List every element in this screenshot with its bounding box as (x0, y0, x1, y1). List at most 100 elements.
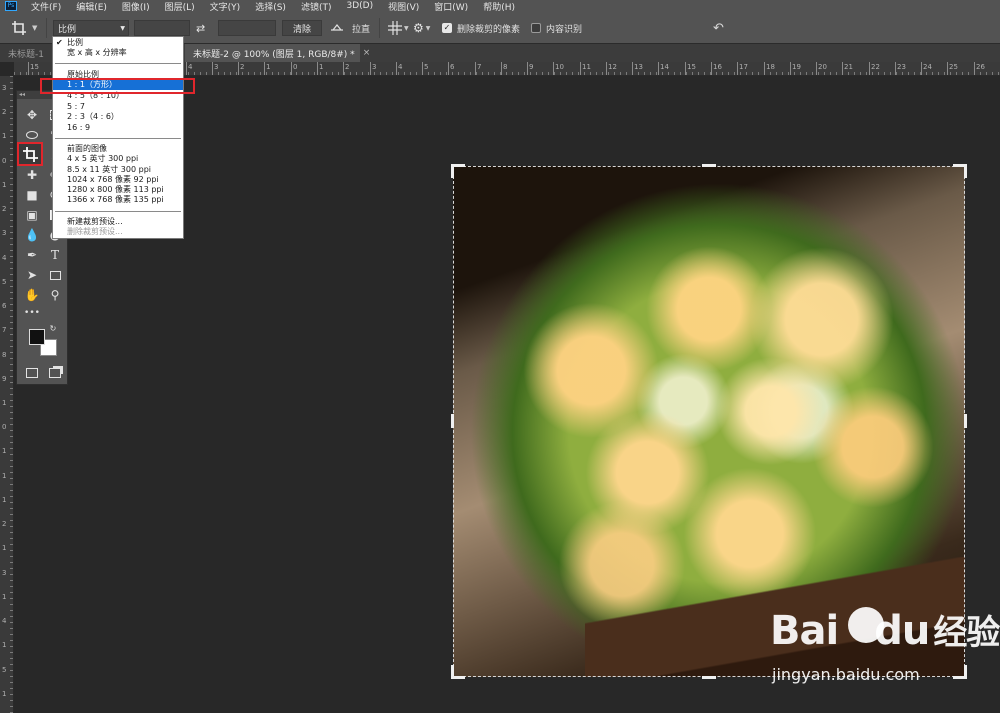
ruler-number: 3 (2, 229, 7, 237)
menu-divider (55, 211, 181, 212)
ruler-number: 1 (2, 593, 7, 601)
screen-mode-icon[interactable] (44, 364, 66, 382)
ruler-number: 5 (424, 63, 429, 71)
checkmark-icon: ✔ (56, 38, 63, 47)
dd-item-1280x800[interactable]: 1280 x 800 像素 113 ppi (53, 185, 183, 195)
ruler-number: 1 (2, 472, 7, 480)
menu-edit[interactable]: 编辑(E) (76, 0, 107, 13)
ruler-tick (448, 62, 449, 75)
ruler-number: 3 (214, 63, 219, 71)
dd-item-16-9[interactable]: 16 : 9 (53, 123, 183, 133)
ruler-tick (370, 62, 371, 75)
menu-layer[interactable]: 图层(L) (165, 0, 195, 13)
swap-arrows-icon[interactable]: ⇄ (196, 22, 205, 35)
tool-preset-picker[interactable]: ▼ (12, 12, 37, 44)
menu-select[interactable]: 选择(S) (255, 0, 286, 13)
eraser-icon[interactable]: ▣ (21, 206, 43, 224)
ruler-number: 14 (660, 63, 669, 71)
dd-item-4x5[interactable]: 4 x 5 英寸 300 ppi (53, 154, 183, 164)
dd-item-new-preset[interactable]: 新建裁剪预设... (53, 217, 183, 227)
type-icon[interactable]: T (44, 246, 66, 264)
tab-untitled-2[interactable]: 未标题-2 @ 100% (图层 1, RGB/8#) * × (185, 44, 370, 62)
ruler-tick (711, 62, 712, 75)
delete-cropped-label: 删除裁剪的像素 (457, 24, 521, 35)
swap-colors-icon[interactable]: ↻ (48, 323, 58, 333)
content-aware-checkbox[interactable]: 内容识别 (531, 12, 582, 44)
crop-handle-top-right[interactable] (953, 164, 967, 178)
menu-image[interactable]: 图像(I) (122, 0, 150, 13)
hand-icon[interactable]: ✋ (21, 286, 43, 304)
ruler-tick (764, 62, 765, 75)
dd-item-ratio[interactable]: ✔ 比例 (53, 38, 183, 48)
ruler-tick (921, 62, 922, 75)
crop-handle-top-left[interactable] (451, 164, 465, 178)
ruler-number: 6 (450, 63, 455, 71)
reset-crop-button[interactable]: ↶ (713, 12, 724, 44)
quick-mask-icon[interactable] (21, 364, 43, 382)
ruler-tick (422, 62, 423, 75)
dd-item-5-7[interactable]: 5 : 7 (53, 102, 183, 112)
crop-handle-bottom[interactable] (702, 676, 716, 679)
stamp-icon[interactable]: ■ (21, 186, 43, 204)
delete-cropped-checkbox[interactable]: ✓ 删除裁剪的像素 (442, 12, 520, 44)
ruler-number: 0 (2, 157, 7, 165)
menu-view[interactable]: 视图(V) (388, 0, 419, 13)
close-icon[interactable]: × (363, 48, 371, 58)
ruler-tick (869, 62, 870, 75)
menu-help[interactable]: 帮助(H) (483, 0, 515, 13)
dd-item-front-image[interactable]: 前面的图像 (53, 144, 183, 154)
menu-3d[interactable]: 3D(D) (346, 1, 373, 11)
crop-handle-bottom-left[interactable] (451, 665, 465, 679)
ruler-number: 0 (293, 63, 298, 71)
menu-window[interactable]: 窗口(W) (434, 0, 468, 13)
tab-label: 未标题-1 (8, 49, 44, 60)
dd-item-1366x768[interactable]: 1366 x 768 像素 135 ppi (53, 195, 183, 205)
more-tools-icon[interactable]: ••• (21, 304, 43, 322)
ruler-number: 1 (266, 63, 271, 71)
ruler-tick (553, 62, 554, 75)
path-select-icon[interactable]: ➤ (21, 266, 43, 284)
move-icon[interactable]: ✥ (21, 106, 43, 124)
healing-icon[interactable]: ✚ (21, 166, 43, 184)
crop-bounding-box[interactable] (453, 166, 965, 677)
height-input[interactable] (218, 20, 276, 36)
ratio-select[interactable]: 比例 ▼ (53, 20, 129, 36)
foreground-color-swatch[interactable] (29, 329, 45, 345)
clear-button[interactable]: 清除 (282, 20, 322, 36)
blur-icon[interactable]: 💧 (21, 226, 43, 244)
dd-item-1024x768[interactable]: 1024 x 768 像素 92 ppi (53, 175, 183, 185)
crop-tool[interactable] (17, 142, 43, 166)
crop-settings-button[interactable]: ⚙ ▼ (413, 12, 430, 44)
straighten-button[interactable]: 拉直 (330, 12, 370, 44)
menu-filter[interactable]: 滤镜(T) (301, 0, 332, 13)
width-input[interactable] (134, 20, 190, 36)
ruler-number: 1 (2, 641, 7, 649)
gear-icon: ⚙ (413, 21, 424, 35)
overlay-options-button[interactable]: ▼ (388, 12, 409, 44)
crop-icon (22, 146, 38, 162)
ruler-number: 12 (608, 63, 617, 71)
ruler-number: 6 (2, 302, 7, 310)
ruler-tick (264, 62, 265, 75)
ratio-dropdown-menu: ✔ 比例 宽 x 高 x 分辨率 原始比例 1 : 1（方形） 4 : 5（8 … (52, 36, 184, 239)
dd-item-2-3[interactable]: 2 : 3（4 : 6） (53, 112, 183, 122)
dd-item-whr[interactable]: 宽 x 高 x 分辨率 (53, 48, 183, 58)
ruler-number: 2 (240, 63, 245, 71)
ruler-number: 9 (2, 375, 7, 383)
menu-type[interactable]: 文字(Y) (210, 0, 241, 13)
divider (379, 18, 380, 38)
crop-handle-left[interactable] (451, 414, 454, 428)
content-aware-label: 内容识别 (546, 24, 583, 35)
pen-icon[interactable]: ✒ (21, 246, 43, 264)
vertical-ruler[interactable]: 32101234567891011121314151 (0, 76, 14, 713)
menu-file[interactable]: 文件(F) (31, 0, 61, 13)
ruler-number: 24 (923, 63, 932, 71)
rectangle-icon[interactable] (44, 266, 66, 284)
dd-item-8-5x11[interactable]: 8.5 x 11 英寸 300 ppi (53, 165, 183, 175)
crop-handle-right[interactable] (964, 414, 967, 428)
zoom-icon[interactable]: ⚲ (44, 286, 66, 304)
ruler-number: 5 (2, 278, 7, 286)
crop-handle-top[interactable] (702, 164, 716, 167)
straighten-label: 拉直 (352, 24, 371, 35)
ruler-number: 8 (503, 63, 508, 71)
